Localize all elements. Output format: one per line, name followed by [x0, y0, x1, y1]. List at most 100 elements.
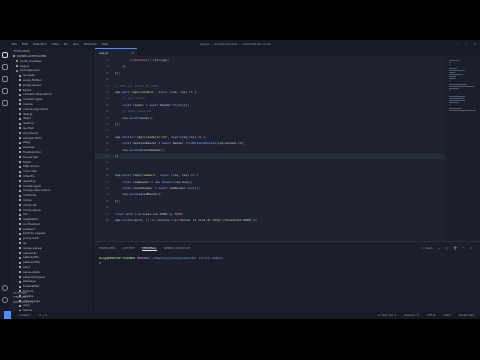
code-line[interactable]: 38 app.listen(port, () => console.log(`Se… — [95, 218, 445, 223]
maximize-panel-icon[interactable]: ^ — [462, 246, 465, 250]
remote-icon[interactable] — [4, 311, 11, 319]
code-line[interactable]: 17 // GET ALL POSTS BY USER — [95, 84, 445, 89]
split-terminal-icon[interactable]: ◫ — [445, 246, 448, 250]
menu-selection[interactable]: Selection — [33, 40, 47, 48]
code-line[interactable]: 14 }) — [95, 64, 445, 69]
close-panel-icon[interactable]: ✕ — [469, 246, 472, 250]
minimap-line — [449, 64, 451, 65]
code-editor[interactable]: 13 createdUser: [string]; 14 }) 15}); 16 17/… — [95, 56, 445, 241]
code-line[interactable]: 22 res.send(reader); — [95, 116, 445, 121]
explorer-icon[interactable] — [2, 52, 8, 58]
folder-icon — [19, 285, 21, 288]
close-icon[interactable]: ✕ — [473, 40, 476, 48]
folder-icon — [19, 141, 21, 144]
search-icon[interactable] — [2, 64, 8, 70]
code-line[interactable]: 19 // get reader — [95, 96, 445, 101]
folder-icon — [19, 208, 21, 211]
code-line[interactable]: 32 const newReader = new Reader(req.body… — [95, 180, 445, 185]
minimap-line — [449, 100, 466, 101]
source-control-icon[interactable] — [2, 76, 8, 82]
git-branch[interactable]: master* — [19, 311, 31, 319]
gear-icon[interactable] — [2, 297, 8, 303]
code-line[interactable]: 34 res.send(savedReader); — [95, 192, 445, 197]
code-line[interactable]: 21 // send response — [95, 109, 445, 114]
folder-icon — [19, 79, 21, 82]
problems-count[interactable]: 0 △ 0 — [39, 311, 47, 319]
status-bar: master* 0 △ 0 Ln 28, Col 3 Spaces: 4 UTF… — [0, 311, 480, 319]
menu-view[interactable]: View — [52, 40, 59, 48]
folder-icon — [19, 170, 21, 173]
code-token: `Server is live at http://localhost:3000… — [178, 218, 253, 222]
code-line[interactable]: 16 — [95, 77, 445, 82]
code-line[interactable]: 28}) — [95, 154, 445, 159]
account-icon[interactable] — [2, 285, 8, 291]
code-line[interactable]: 23}); — [95, 122, 445, 127]
code-token: : [string]; — [149, 58, 170, 62]
code-line[interactable]: 35}); — [95, 199, 445, 204]
line-number: 29 — [105, 160, 109, 165]
extensions-icon[interactable] — [2, 100, 8, 106]
tab-debug-console[interactable]: DEBUG CONSOLE — [164, 246, 190, 251]
minimap-line — [449, 84, 467, 85]
minimap-line — [449, 74, 464, 75]
code-line[interactable]: 20 const reader = await Reader.find({}); — [95, 103, 445, 108]
prompt-branch: (first-commit) — [198, 256, 224, 260]
tab-app-js[interactable]: app.js ✕ — [95, 48, 137, 56]
code-line[interactable]: 30 — [95, 167, 445, 172]
trash-icon[interactable]: 🗑 — [453, 246, 457, 250]
maximize-icon[interactable]: ☐ — [465, 40, 468, 48]
minimap-line — [449, 86, 475, 87]
section-npm-scripts[interactable]: NPM SCRIPTS — [10, 300, 94, 305]
add-terminal-icon[interactable]: + — [438, 246, 441, 250]
menu-edit[interactable]: Edit — [22, 40, 28, 48]
code-line[interactable]: 15}); — [95, 71, 445, 76]
minimap[interactable] — [445, 56, 480, 241]
panel-controls: 1: bash + ◫ 🗑 ^ ✕ — [422, 246, 472, 250]
indentation[interactable]: Spaces: 4 — [404, 311, 419, 319]
code-line[interactable]: 27 res.send(deletedReader); — [95, 148, 445, 153]
language-mode[interactable]: JavaScript — [459, 311, 474, 319]
run-debug-icon[interactable] — [2, 88, 8, 94]
terminal-output[interactable]: Hung@DESKTOP-7VQ4DDE MINGW64 ~/Desktop/j… — [99, 256, 224, 266]
line-number: 13 — [105, 58, 109, 62]
folder-icon — [19, 175, 21, 178]
tab-terminal[interactable]: TERMINAL — [141, 246, 157, 251]
code-line[interactable]: 13 createdUser: [string]; — [95, 58, 445, 63]
line-number: 22 — [105, 115, 109, 120]
code-line[interactable]: 33 const savedReader = await newReader.s… — [95, 186, 445, 191]
code-line[interactable]: 37 const port = process.env.PORT || 3000; — [95, 212, 445, 217]
menu-go[interactable]: Go — [64, 40, 68, 48]
encoding[interactable]: UTF-8 — [427, 311, 436, 319]
tab-output[interactable]: OUTPUT — [122, 246, 134, 251]
terminal-selector[interactable]: 1: bash — [422, 246, 433, 250]
code-line[interactable]: 25 app.delete('/api/readers/:id', async(r… — [95, 135, 445, 140]
code-token: async — [171, 134, 181, 139]
menu-help[interactable]: Help — [101, 40, 108, 48]
folder-icon — [19, 180, 21, 183]
folder-icon — [19, 93, 21, 96]
code-line[interactable]: 31 app.post('/api/readers', async (req, r… — [95, 173, 445, 178]
line-number: 36 — [105, 205, 109, 210]
code-token: async — [160, 173, 170, 178]
folder-icon — [19, 136, 21, 139]
menu-file[interactable]: File — [12, 40, 17, 48]
code-line[interactable]: 36 — [95, 205, 445, 210]
code-line[interactable]: 24 — [95, 128, 445, 133]
code-line[interactable]: 29 — [95, 160, 445, 165]
menu-run[interactable]: Run — [73, 40, 79, 48]
folder-icon — [19, 204, 21, 207]
folder-icon — [19, 232, 21, 235]
line-endings[interactable]: CRLF — [443, 311, 451, 319]
tab-problems[interactable]: PROBLEMS — [99, 246, 115, 251]
cursor-position[interactable]: Ln 28, Col 3 — [378, 311, 396, 319]
minimize-icon[interactable]: — — [456, 40, 459, 48]
line-number: 21 — [105, 109, 109, 114]
code-token: newReader = — [131, 179, 155, 184]
code-line[interactable]: 18 app.get('/api/readers', async (req, re… — [95, 90, 445, 95]
folder-icon — [19, 165, 21, 168]
menu-terminal[interactable]: Terminal — [84, 40, 97, 48]
line-number: 37 — [105, 211, 109, 216]
folder-icon — [19, 228, 21, 231]
code-line[interactable]: 26 const deletedReader = await Reader.fi… — [95, 141, 445, 146]
window-controls: — ☐ ✕ — [456, 40, 476, 48]
